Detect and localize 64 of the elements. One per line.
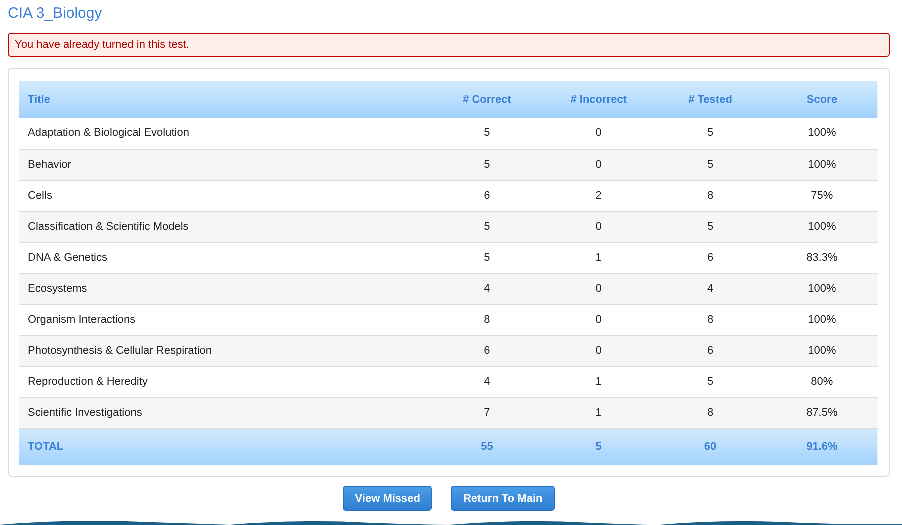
table-cell: 5 — [484, 158, 490, 170]
table-cell: 1 — [596, 376, 602, 388]
table-cell: 0 — [596, 127, 602, 140]
table-cell: 0 — [596, 282, 602, 294]
table-cell: 4 — [484, 376, 490, 388]
total-cell: 5 — [596, 440, 602, 453]
total-cell: 91.6% — [806, 440, 838, 453]
table-cell: 8 — [707, 190, 714, 202]
table-cell: Cells — [28, 190, 52, 202]
table-cell: 5 — [707, 158, 714, 170]
table-cell: 75% — [811, 190, 834, 202]
table-cell: 7 — [484, 406, 490, 418]
return-button[interactable]: Return To Main — [451, 486, 555, 511]
table-cell: 6 — [484, 344, 490, 356]
column-header: # Incorrect — [570, 94, 627, 106]
table-cell: 4 — [707, 282, 714, 294]
table-cell: 5 — [707, 376, 714, 388]
total-cell: 55 — [481, 440, 494, 453]
table-cell: 8 — [707, 314, 714, 326]
table-cell: 100% — [808, 282, 836, 294]
table-cell: 100% — [808, 158, 836, 170]
table-cell: 5 — [484, 127, 490, 140]
alert-message: You have already turned in this test. — [8, 33, 890, 57]
page-title: CIA 3_Biology — [8, 4, 102, 23]
table-cell: 8 — [484, 314, 490, 326]
table-cell: 5 — [484, 220, 490, 232]
table-cell: 100% — [808, 314, 836, 326]
table-cell: 6 — [707, 252, 714, 264]
table-cell: Adaptation & Biological Evolution — [28, 127, 190, 140]
total-cell: 60 — [704, 440, 717, 453]
table-cell: 4 — [484, 282, 490, 294]
table-cell: 1 — [596, 406, 602, 418]
table-cell: Reproduction & Heredity — [28, 376, 148, 388]
column-header: Score — [806, 94, 838, 106]
table-cell: 2 — [596, 190, 602, 202]
column-header: # Correct — [463, 94, 512, 106]
table-cell: 0 — [596, 158, 602, 170]
table-cell: 1 — [596, 252, 602, 264]
table-cell: Photosynthesis & Cellular Respiration — [28, 344, 212, 356]
column-header: Title — [28, 94, 50, 106]
table-cell: 0 — [596, 314, 602, 326]
view-missed-button[interactable]: View Missed — [343, 486, 432, 511]
table-cell: 5 — [484, 252, 490, 264]
table-cell: DNA & Genetics — [28, 252, 108, 264]
table-cell: 0 — [596, 344, 602, 356]
table-cell: 87.5% — [806, 406, 838, 418]
table-cell: 6 — [707, 344, 714, 356]
table-cell: Behavior — [28, 158, 72, 170]
table-cell: 100% — [808, 220, 836, 232]
table-cell: Classification & Scientific Models — [28, 220, 189, 232]
table-cell: Ecosystems — [28, 282, 88, 294]
table-cell: Scientific Investigations — [28, 406, 142, 418]
table-cell: 6 — [484, 190, 490, 202]
total-cell: TOTAL — [28, 440, 64, 453]
column-header: # Tested — [688, 94, 732, 106]
table-cell: 100% — [808, 344, 836, 356]
table-cell: 83.3% — [806, 252, 838, 264]
table-cell: 5 — [707, 220, 714, 232]
table-cell: 100% — [808, 127, 836, 140]
table-cell: Organism Interactions — [28, 314, 136, 326]
table-cell: 5 — [707, 127, 714, 140]
table-cell: 80% — [811, 376, 834, 388]
table-cell: 0 — [596, 220, 602, 232]
table-cell: 8 — [707, 406, 714, 418]
